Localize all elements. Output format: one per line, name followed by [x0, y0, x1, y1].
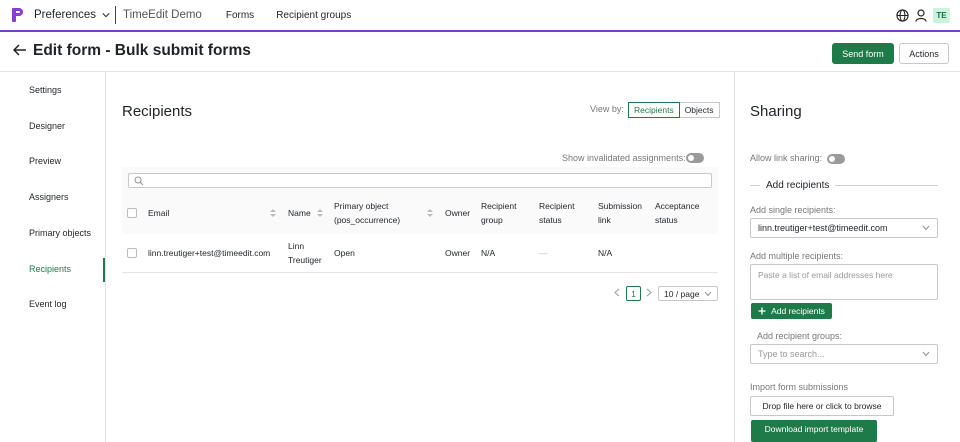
table-search-input[interactable] [128, 173, 712, 188]
app-logo-icon[interactable] [11, 7, 25, 23]
recipient-groups-select[interactable]: Type to search... [750, 344, 938, 364]
column-header-owner[interactable]: Owner [445, 206, 470, 220]
column-header-recipient-group[interactable]: Recipient group [481, 199, 527, 227]
row-recipient-status: — [539, 248, 548, 258]
sort-icon[interactable] [427, 208, 433, 218]
recipient-groups-label: Add recipient groups: [757, 331, 843, 341]
show-invalidated-toggle[interactable] [686, 153, 704, 163]
nav-item-recipient-groups[interactable]: Recipient groups [265, 10, 362, 21]
view-by-toggle: Recipients Objects [628, 102, 720, 118]
view-by-objects-button[interactable]: Objects [679, 102, 720, 118]
app-switcher-label[interactable]: Preferences [34, 9, 96, 21]
allow-link-sharing-label: Allow link sharing: [750, 153, 823, 163]
recipients-title: Recipients [122, 103, 193, 120]
single-recipient-value: linn.treutiger+test@timeedit.com [758, 223, 888, 233]
view-by-recipients-button[interactable]: Recipients [628, 102, 680, 118]
page-size-select[interactable]: 10 / page [658, 286, 718, 301]
show-invalidated-label: Show invalidated assignments: [562, 153, 686, 163]
sidebar-item-preview[interactable]: Preview [29, 156, 61, 166]
sidebar-item-recipients[interactable]: Recipients [29, 264, 71, 274]
column-header-submission-link[interactable]: Submission link [598, 199, 648, 227]
sidebar-item-settings[interactable]: Settings [29, 85, 62, 95]
row-recipient-group: N/A [481, 248, 496, 258]
organization-name: TimeEdit Demo [123, 9, 202, 21]
avatar[interactable]: TE [933, 8, 950, 23]
add-recipients-button-label: Add recipients [771, 306, 825, 316]
column-header-email[interactable]: Email [148, 206, 169, 220]
drop-file-button[interactable]: Drop file here or click to browse [750, 396, 894, 416]
select-all-checkbox[interactable] [127, 208, 137, 218]
previous-page-icon[interactable] [614, 288, 620, 297]
import-submissions-label: Import form submissions [750, 382, 849, 392]
divider [115, 6, 117, 24]
page-size-value: 10 / page [664, 288, 700, 299]
column-header-recipient-status[interactable]: Recipient status [539, 199, 583, 227]
add-recipients-heading-text: Add recipients [766, 179, 830, 191]
download-template-button[interactable]: Download import template [751, 420, 877, 442]
row-owner: Owner [445, 248, 471, 258]
sidebar-item-primary-objects[interactable]: Primary objects [29, 228, 91, 238]
sort-icon[interactable] [317, 208, 323, 218]
chevron-down-icon[interactable] [102, 11, 110, 19]
single-recipient-select[interactable]: linn.treutiger+test@timeedit.com [750, 218, 938, 238]
page-header: Edit form - Bulk submit forms Send form … [0, 34, 960, 72]
add-recipients-heading: Add recipients [750, 178, 938, 192]
row-submission-link[interactable]: N/A [598, 246, 612, 260]
sidebar-item-assigners[interactable]: Assigners [29, 192, 69, 202]
next-page-icon[interactable] [646, 288, 652, 297]
single-recipients-label: Add single recipients: [750, 205, 836, 215]
chevron-down-icon [922, 225, 930, 231]
page-number-button[interactable]: 1 [626, 286, 641, 301]
recipient-groups-placeholder: Type to search... [758, 349, 825, 359]
multiple-recipients-label: Add multiple recipients: [750, 251, 844, 261]
user-icon[interactable] [915, 9, 927, 22]
view-by-label: View by: [590, 104, 624, 114]
send-form-button[interactable]: Send form [832, 43, 894, 64]
nav-item-forms[interactable]: Forms [215, 10, 265, 21]
column-header-acceptance-status[interactable]: Acceptance status [655, 199, 709, 227]
sort-icon[interactable] [270, 208, 276, 218]
multiple-recipients-textarea[interactable]: Paste a list of email addresses here [750, 264, 938, 300]
sidebar-item-designer[interactable]: Designer [29, 121, 65, 131]
chevron-down-icon [704, 291, 712, 297]
row-checkbox[interactable] [127, 248, 137, 258]
row-name: Linn Treutiger [288, 241, 322, 265]
allow-link-sharing-toggle[interactable] [827, 154, 845, 164]
top-navigation-bar: Preferences TimeEdit Demo Forms Recipien… [0, 0, 960, 32]
back-arrow-icon[interactable] [13, 44, 27, 56]
plus-icon [758, 307, 766, 315]
actions-button[interactable]: Actions [899, 43, 949, 64]
active-indicator [103, 258, 105, 282]
add-recipients-button[interactable]: Add recipients [751, 303, 832, 319]
sidebar-item-event-log[interactable]: Event log [29, 299, 67, 309]
sidebar: Settings Designer Preview Assigners Prim… [0, 72, 106, 442]
row-email: linn.treutiger+test@timeedit.com [148, 248, 271, 258]
search-icon [134, 176, 144, 186]
globe-icon[interactable] [896, 9, 909, 22]
sharing-title: Sharing [750, 103, 802, 120]
column-header-name[interactable]: Name [288, 206, 311, 220]
page-title: Edit form - Bulk submit forms [33, 42, 251, 59]
row-primary-object: Open [334, 248, 355, 258]
chevron-down-icon [922, 351, 930, 357]
column-header-primary-object[interactable]: Primary object (pos_occurrence) [334, 199, 424, 227]
